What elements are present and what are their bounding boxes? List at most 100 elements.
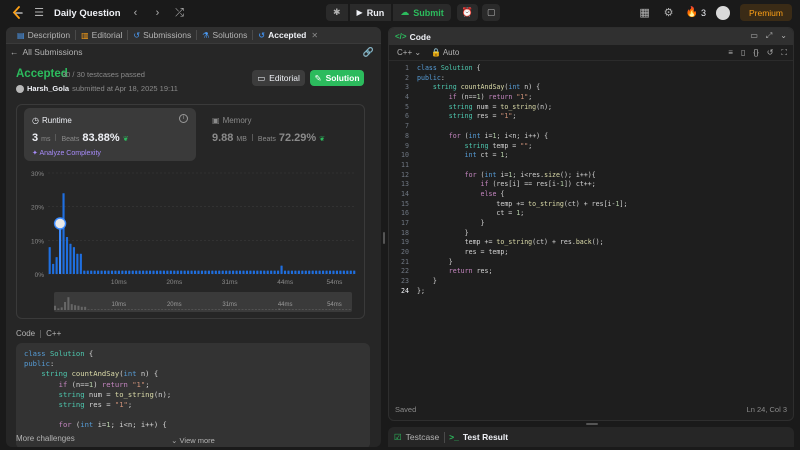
code-line[interactable]: int ct = 1; [417,151,627,161]
code-line[interactable]: if (n==1) return "1"; [417,93,627,103]
chart-bar[interactable] [187,270,190,274]
chart-bar[interactable] [152,270,155,274]
prev-problem-icon[interactable]: ‹ [129,6,143,20]
chart-bar[interactable] [218,270,221,274]
code-line[interactable] [417,161,627,171]
username[interactable]: Harsh_Gola [27,84,69,93]
chart-bar[interactable] [93,270,96,274]
chart-bar[interactable] [283,270,287,274]
chart-bar[interactable] [249,270,252,274]
reset-icon[interactable]: ↺ [767,48,774,58]
chart-bar[interactable] [238,270,242,274]
settings-gear-icon[interactable]: ⚙ [662,6,676,20]
chart-bar[interactable] [221,270,224,274]
layout-grid-icon[interactable]: ▦ [638,6,652,20]
code-line[interactable]: for (int i=1; i<res.size(); i++){ [417,171,627,181]
chart-bar[interactable] [52,263,55,274]
braces-icon[interactable]: {} [753,48,758,58]
chart-bar[interactable] [211,270,214,274]
timer-button[interactable]: ⏰ [456,4,478,21]
chart-bar[interactable] [97,270,100,274]
chart-bar[interactable] [180,270,183,274]
chart-bar[interactable] [155,270,159,274]
chart-bar[interactable] [242,270,245,274]
chart-bar[interactable] [117,270,120,274]
maximize-icon[interactable]: ⤢ [766,31,772,41]
chart-bar[interactable] [325,270,328,274]
chart-bar[interactable] [103,270,107,274]
chart-bar[interactable] [190,270,193,274]
problem-list-icon[interactable]: ☰ [32,6,46,20]
code-line[interactable]: ct = 1; [417,209,627,219]
horizontal-resize-handle[interactable] [586,423,598,425]
chart-bar[interactable] [335,270,339,274]
code-line[interactable]: temp += to_string(ct) + res.back(); [417,238,627,248]
code-line[interactable]: string temp = ""; [417,142,627,152]
chart-bar[interactable] [62,193,65,274]
runtime-distribution-chart[interactable]: 30% 20% 10% 0% 10ms 20ms 31ms 44ms 54ms 10ms 20ms 3… [20,167,362,317]
tab-submissions[interactable]: ↺ Submissions [128,30,198,40]
chart-bar[interactable] [266,270,269,274]
collapse-panel-icon[interactable]: ▭ [750,31,758,41]
share-link-icon[interactable]: 🔗 [363,47,374,58]
chart-bar[interactable] [322,270,325,274]
chart-bar[interactable] [79,253,82,274]
chart-bar[interactable] [277,270,280,274]
chart-bar[interactable] [207,270,210,274]
chart-bar[interactable] [214,270,217,274]
editorial-button[interactable]: ▭ Editorial [252,70,305,86]
user-avatar[interactable] [16,84,24,93]
code-line[interactable]: string countAndSay(int n) { [417,83,627,93]
chart-bar[interactable] [225,270,228,274]
tab-test-result[interactable]: >_ Test Result [449,432,513,442]
chart-bar[interactable] [297,270,300,274]
chart-bar[interactable] [270,270,273,274]
tab-accepted[interactable]: ↺ Accepted ✕ [253,30,323,40]
bookmark-icon[interactable]: ▯ [741,48,745,58]
chart-bar[interactable] [148,270,152,274]
submit-button[interactable]: ☁ Submit [393,4,451,21]
chart-bar[interactable] [72,247,75,274]
debug-button[interactable]: ✱ [326,4,348,21]
avatar[interactable] [715,5,730,20]
code-line[interactable]: if (res[i] == res[i-1]) ct++; [417,180,627,190]
code-line[interactable]: } [417,258,627,268]
code-line[interactable]: string num = to_string(n); [417,103,627,113]
chart-bar[interactable] [55,257,58,274]
chart-bar[interactable] [349,270,352,274]
tab-solutions[interactable]: ⚗ Solutions [197,30,254,40]
chart-bar[interactable] [121,270,124,274]
code-line[interactable]: public: [417,74,627,84]
chart-bar[interactable] [308,270,311,274]
chart-bar[interactable] [100,270,103,274]
chart-bar[interactable] [318,270,321,274]
code-editor[interactable]: 1 2 3 4 5 6 7 8 9 10 11 12 13 14 15 16 17 18 19 20 21 22 23 24 … [389,63,793,398]
vertical-resize-handle[interactable] [383,232,385,244]
chart-bar[interactable] [114,270,117,274]
code-line[interactable]: for (int i=1; i<n; i++) { [417,132,627,142]
chart-bar[interactable] [200,270,204,274]
chart-bar[interactable] [342,270,345,274]
format-icon[interactable]: ≡ [728,48,733,58]
code-line[interactable]: } [417,219,627,229]
chart-bar[interactable] [304,270,307,274]
solution-button[interactable]: ✎ Solution [310,70,364,86]
premium-button[interactable]: Premium [739,4,792,21]
chart-bar[interactable] [48,247,51,274]
chart-bar[interactable] [197,270,200,274]
chart-bar[interactable] [346,270,349,274]
chart-bar[interactable] [287,270,290,274]
chart-bar[interactable] [301,270,304,274]
chart-bar[interactable] [128,270,131,274]
problem-list-title[interactable]: Daily Question [54,8,121,19]
chart-bar[interactable] [294,270,297,274]
close-tab-icon[interactable]: ✕ [311,31,318,40]
code-line[interactable]: } [417,229,627,239]
chart-bar[interactable] [263,270,266,274]
tab-testcase[interactable]: ☑ Testcase [394,431,446,443]
chart-bar[interactable] [76,253,79,274]
chart-bar[interactable] [86,270,89,274]
chart-bar[interactable] [135,270,138,274]
chart-bar[interactable] [228,270,231,274]
runtime-card[interactable]: ◷ Runtime i 3 ms Beats 83.88% ❦ ✦ Analyz… [24,108,196,161]
